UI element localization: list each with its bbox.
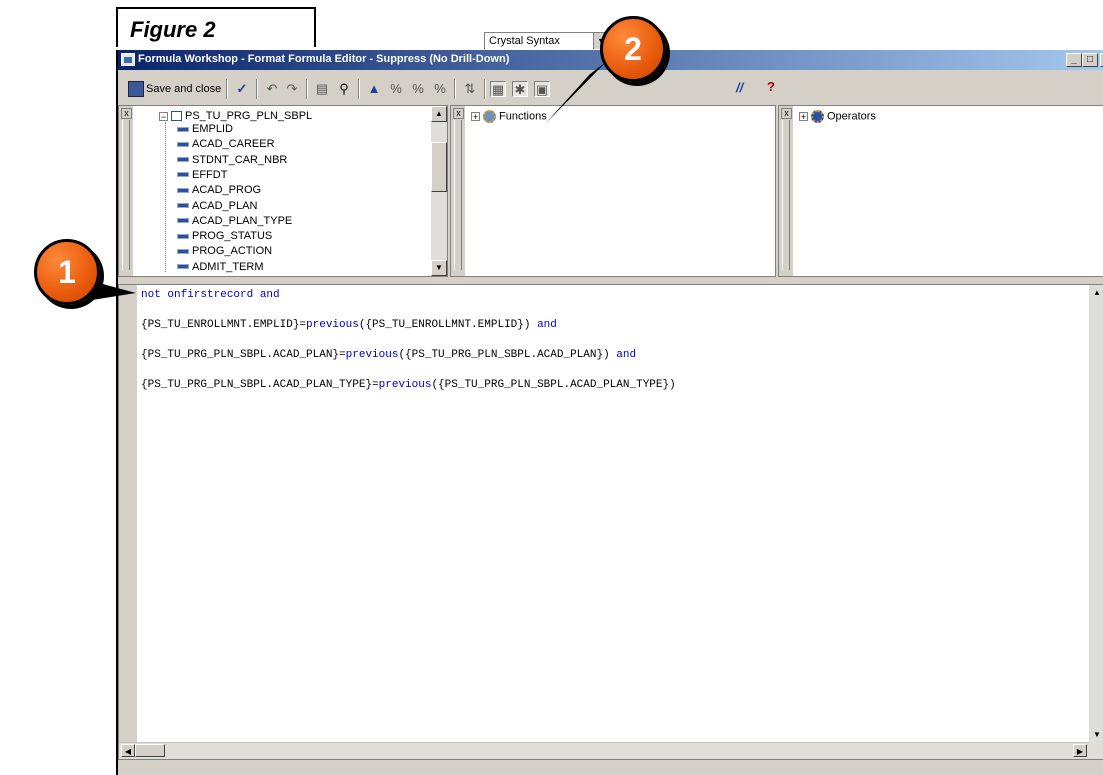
- callout-1: 1: [34, 239, 100, 305]
- callout-arrows: [88, 62, 606, 300]
- callout-2: 2: [600, 16, 666, 82]
- callout-2-pointer: [545, 62, 606, 124]
